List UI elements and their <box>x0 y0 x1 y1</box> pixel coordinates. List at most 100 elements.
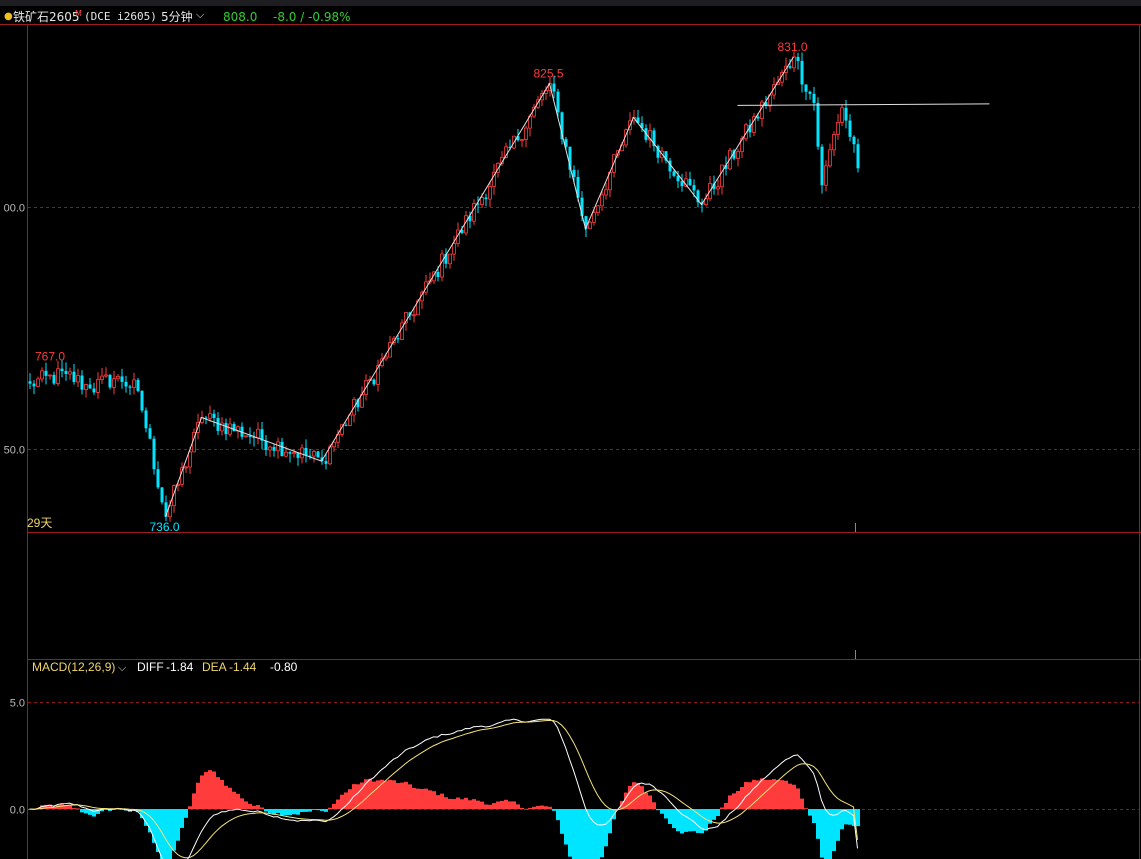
candle-body <box>324 461 328 464</box>
candle-body <box>600 194 604 207</box>
price-annotations: 767.0 736.0 825.5 831.0 <box>35 40 808 534</box>
macd-histogram-bar <box>320 809 324 811</box>
candle-body <box>160 487 164 503</box>
macd-histogram-bar <box>396 783 400 809</box>
macd-histogram-bar <box>424 788 428 809</box>
price-chart[interactable]: 00.050.05.00.0 767.0736.0825.5831.0 29天 … <box>0 0 1141 859</box>
chevron-down-icon[interactable]: ⌵ <box>118 661 127 674</box>
candle-body <box>676 175 680 182</box>
macd-histogram-bar <box>856 809 860 827</box>
macd-histogram-bar <box>280 809 284 816</box>
macd-histogram-bar <box>468 800 472 809</box>
macd-histogram-bar <box>828 809 832 859</box>
candle-body <box>276 441 280 452</box>
candle-body <box>808 91 812 94</box>
candle-body <box>136 379 140 391</box>
macd-histogram-bar <box>440 793 444 809</box>
candle-body <box>72 371 76 382</box>
candle-body <box>68 371 72 375</box>
macd-histogram-bar <box>252 805 256 809</box>
candle-body <box>148 428 152 439</box>
candle-body <box>116 375 120 380</box>
macd-histogram-bar <box>224 785 228 809</box>
candle-body <box>48 374 52 377</box>
candle-body <box>288 452 292 454</box>
macd-histogram-bar <box>416 788 420 809</box>
macd-histogram-bar <box>404 781 408 809</box>
macd-histogram-bar <box>312 809 316 810</box>
candle-body <box>488 185 492 200</box>
candle-body <box>372 379 376 385</box>
macd-histogram-bar <box>72 808 76 809</box>
macd-histogram-bar <box>640 786 644 809</box>
days-label: 29天 <box>27 516 52 530</box>
candle-body <box>60 368 64 372</box>
macd-histogram-bar <box>532 806 536 809</box>
diff-label: DIFF <box>137 660 164 674</box>
macd-label[interactable]: MACD(12,26,9) <box>32 660 115 674</box>
macd-histogram-bar <box>816 809 820 839</box>
macd-histogram-bar <box>188 806 192 809</box>
candle-body <box>572 169 576 177</box>
candle-body <box>292 452 296 455</box>
macd-histogram-bar <box>512 801 516 809</box>
macd-histogram-bar <box>648 795 652 809</box>
candle-body <box>264 440 268 451</box>
zigzag-line <box>165 56 990 517</box>
macd-histogram-bar <box>444 797 448 809</box>
macd-histogram-bar <box>300 809 304 812</box>
price-annotation: 825.5 <box>534 67 564 81</box>
macd-histogram-bar <box>200 775 204 809</box>
macd-histogram-bar <box>556 809 560 821</box>
candle-body <box>824 165 828 186</box>
candle-body <box>64 371 68 374</box>
macd-histogram-bar <box>388 779 392 809</box>
price-annotation: 767.0 <box>35 350 65 364</box>
candle-body <box>212 413 216 419</box>
macd-histogram-bar <box>308 809 312 812</box>
macd-histogram-bar <box>420 788 424 809</box>
candle-body <box>80 375 84 390</box>
macd-histogram-bar <box>436 795 440 809</box>
macd-histogram-bar <box>728 795 732 809</box>
macd-histogram-bar <box>548 806 552 809</box>
macd-histogram-bar <box>208 770 212 809</box>
macd-histogram-bar <box>504 799 508 809</box>
grid-lines <box>28 207 1139 810</box>
macd-panel <box>28 718 860 859</box>
macd-histogram-bar <box>576 809 580 859</box>
macd-histogram-bar <box>524 808 528 810</box>
candle-body <box>256 428 260 439</box>
macd-histogram-bar <box>572 809 576 859</box>
macd-histogram-bar <box>476 800 480 809</box>
macd-histogram-bar <box>176 809 180 841</box>
macd-histogram-bar <box>268 809 272 813</box>
macd-histogram-bar <box>848 809 852 825</box>
macd-histogram-bar <box>80 809 84 813</box>
candle-body <box>100 375 104 380</box>
candle-body <box>852 136 856 145</box>
candle-body <box>832 133 836 151</box>
zigzag-polyline <box>165 56 794 517</box>
macd-histogram-bar <box>600 809 604 858</box>
candle-body <box>132 379 136 389</box>
diff-line <box>29 718 858 859</box>
macd-histogram-bar <box>340 794 344 809</box>
macd-histogram-bar <box>792 784 796 809</box>
candle-body <box>816 102 820 147</box>
macd-histogram-bar <box>712 809 716 820</box>
candle-body <box>128 386 132 388</box>
macd-histogram-bar <box>260 807 264 809</box>
candle-body <box>144 410 148 429</box>
candle-body <box>688 178 692 186</box>
candle-body <box>680 181 684 187</box>
candle-body <box>480 197 484 205</box>
candle-body <box>140 390 144 411</box>
price-tick-label: 00.0 <box>4 203 25 215</box>
candle-body <box>412 314 416 317</box>
macd-histogram-bar <box>336 799 340 809</box>
macd-histogram-bar <box>288 809 292 816</box>
macd-histogram-bar <box>328 807 332 809</box>
price-annotation: 831.0 <box>778 40 808 54</box>
macd-histogram-bar <box>528 807 532 809</box>
